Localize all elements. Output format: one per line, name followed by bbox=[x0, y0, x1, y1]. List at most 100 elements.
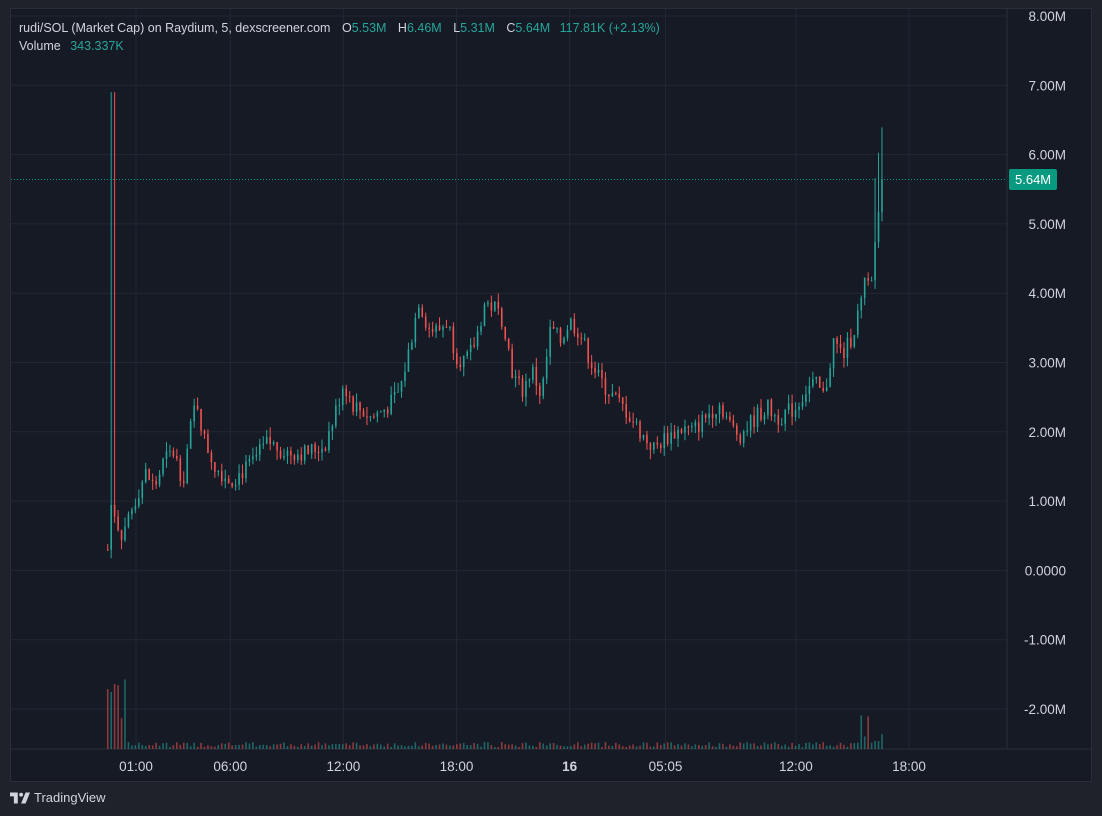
candle-body bbox=[435, 325, 437, 333]
volume-bar bbox=[763, 742, 766, 749]
candle-body bbox=[293, 455, 296, 461]
candle-body bbox=[784, 410, 786, 424]
volume-bar bbox=[666, 742, 669, 749]
chart-legend: rudi/SOL (Market Cap) on Raydium, 5, dex… bbox=[19, 19, 660, 55]
tradingview-branding[interactable]: TradingView bbox=[10, 790, 106, 805]
volume-bar bbox=[497, 746, 500, 749]
volume-bar bbox=[608, 745, 610, 749]
volume-bar bbox=[649, 746, 652, 749]
volume-bar bbox=[124, 679, 126, 749]
candle-body bbox=[483, 304, 486, 327]
candle-body bbox=[279, 450, 282, 458]
candle-body bbox=[490, 302, 493, 311]
candle-body bbox=[808, 385, 811, 395]
candle-body bbox=[207, 434, 209, 453]
legend-change: 117.81K (+2.13%) bbox=[559, 21, 660, 35]
candle-body bbox=[120, 530, 123, 541]
volume-bar bbox=[767, 744, 769, 749]
volume-bar bbox=[839, 742, 842, 749]
candle-body bbox=[393, 391, 396, 395]
volume-bar bbox=[283, 742, 285, 749]
candle-body bbox=[805, 394, 807, 402]
volume-bar bbox=[504, 744, 507, 749]
volume-bar bbox=[196, 746, 199, 749]
volume-bar bbox=[500, 742, 503, 749]
volume-bar bbox=[182, 742, 185, 749]
volume-bar bbox=[514, 745, 517, 749]
volume-bar bbox=[863, 736, 866, 749]
time-axis[interactable]: 01:00 06:00 12:00 18:00 16 05:05 12:00 18:00 bbox=[119, 759, 926, 774]
volume-bar bbox=[487, 742, 489, 749]
candle-body bbox=[182, 480, 185, 484]
candle-body bbox=[245, 461, 247, 479]
volume-bar bbox=[794, 745, 797, 749]
x-tick-label: 18:00 bbox=[892, 759, 926, 774]
volume-bar bbox=[777, 743, 780, 749]
candle-body bbox=[169, 450, 171, 452]
candle-body bbox=[646, 434, 648, 444]
price-axis[interactable]: 8.00M 7.00M 6.00M 5.00M 4.00M 3.00M 2.00M 1.00M… bbox=[1024, 9, 1066, 717]
legend-high-label: H bbox=[397, 21, 407, 35]
volume-bar bbox=[774, 742, 776, 749]
candle-body bbox=[583, 338, 586, 340]
volume-bar bbox=[739, 742, 742, 749]
candle-body bbox=[566, 329, 569, 339]
volume-bar bbox=[179, 744, 182, 749]
candle-body bbox=[570, 318, 572, 330]
volume-bar bbox=[825, 745, 828, 749]
volume-bar bbox=[867, 716, 869, 749]
candle-body bbox=[684, 426, 686, 433]
volume-bar bbox=[393, 743, 396, 749]
chart-canvas[interactable]: 8.00M 7.00M 6.00M 5.00M 4.00M 3.00M 2.00M 1.00M… bbox=[11, 9, 1091, 781]
volume-bar bbox=[653, 746, 655, 749]
volume-bar bbox=[812, 744, 814, 749]
volume-bar bbox=[659, 744, 662, 749]
chart-frame[interactable]: 8.00M 7.00M 6.00M 5.00M 4.00M 3.00M 2.00M 1.00M… bbox=[10, 8, 1092, 782]
volume-bar bbox=[556, 744, 558, 749]
volume-bar bbox=[386, 743, 389, 749]
volume-bar bbox=[511, 744, 513, 749]
candle-body bbox=[818, 376, 821, 388]
candle-body bbox=[497, 301, 500, 309]
candle-body bbox=[386, 409, 389, 414]
candle-body bbox=[618, 394, 621, 398]
candle-body bbox=[767, 399, 769, 416]
volume-bar bbox=[265, 745, 268, 749]
volume-bar bbox=[435, 744, 437, 749]
volume-bar bbox=[186, 743, 189, 749]
volume-bar bbox=[307, 743, 309, 749]
volume-bar bbox=[214, 746, 216, 749]
candle-body bbox=[597, 369, 600, 373]
volume-bar bbox=[494, 746, 496, 749]
volume-bar bbox=[850, 743, 852, 749]
candle-body bbox=[158, 474, 161, 485]
candle-body bbox=[252, 456, 254, 460]
volume-bar bbox=[106, 689, 109, 749]
volume-bar bbox=[279, 743, 282, 749]
candle-body bbox=[528, 379, 531, 382]
candle-body bbox=[642, 434, 645, 439]
candle-body bbox=[552, 326, 555, 329]
candle-body bbox=[594, 368, 596, 373]
volume-bar bbox=[874, 740, 876, 749]
candle-body bbox=[411, 342, 413, 350]
y-tick-label: 1.00M bbox=[1028, 494, 1066, 509]
volume-bar bbox=[594, 743, 596, 749]
volume-bar bbox=[234, 745, 237, 749]
candle-body bbox=[390, 394, 392, 414]
candle-body bbox=[362, 410, 365, 417]
volume-bar bbox=[704, 744, 707, 749]
volume-bar bbox=[141, 744, 144, 749]
volume-bar bbox=[189, 746, 192, 749]
y-tick-label: 0.0000 bbox=[1025, 563, 1066, 578]
candle-body bbox=[369, 416, 372, 418]
candle-body bbox=[466, 351, 468, 357]
candle-body bbox=[801, 401, 804, 407]
candle-body bbox=[587, 338, 589, 363]
volume-bar bbox=[255, 746, 258, 749]
candle-body bbox=[262, 443, 265, 445]
candle-body bbox=[881, 179, 883, 213]
legend-high-value: 6.46M bbox=[406, 21, 442, 35]
volume-bar bbox=[673, 745, 676, 749]
volume-bar bbox=[172, 745, 175, 749]
